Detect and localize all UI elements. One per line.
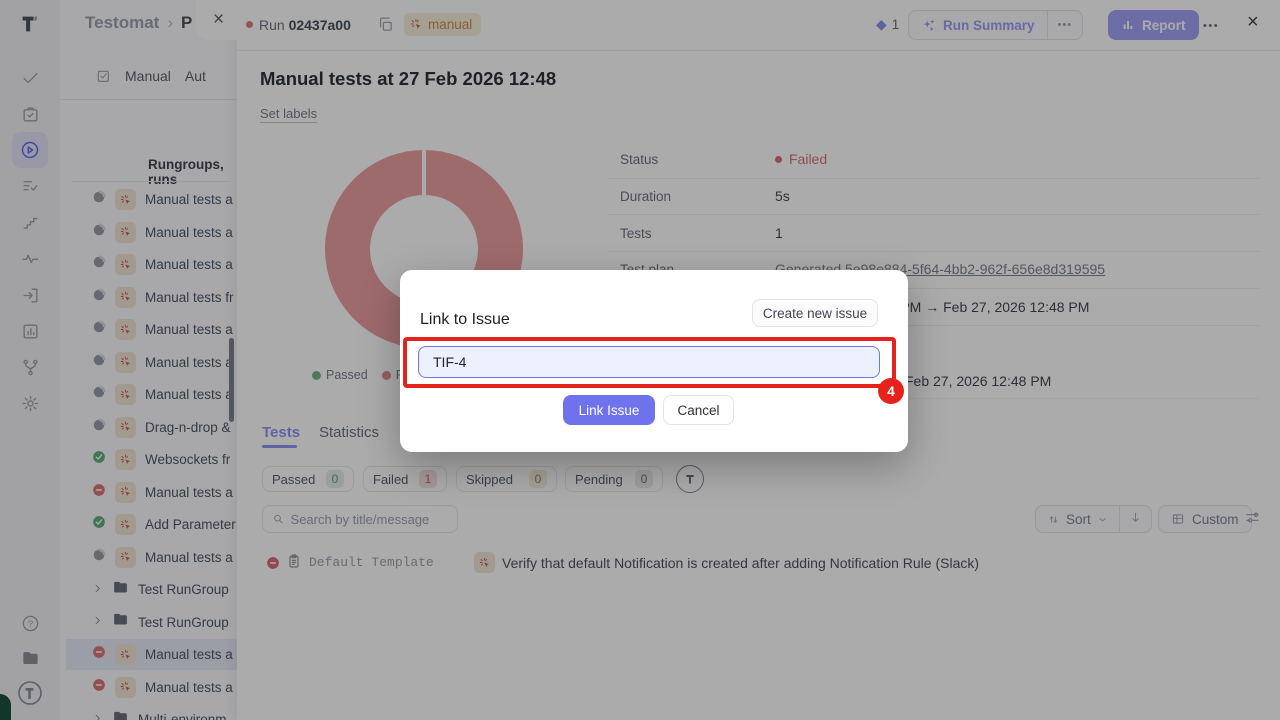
create-new-issue-button[interactable]: Create new issue [752,299,878,327]
issue-id-input[interactable] [418,346,880,378]
link-issue-modal: Link to Issue Create new issue Link Issu… [400,270,908,452]
annotation-step-badge: 4 [878,378,904,404]
app-window: ? Testomat › P Manual Aut Rungroups, run… [0,0,1280,720]
cancel-button[interactable]: Cancel [663,395,734,425]
modal-title: Link to Issue [420,311,510,329]
link-issue-button[interactable]: Link Issue [563,395,655,425]
